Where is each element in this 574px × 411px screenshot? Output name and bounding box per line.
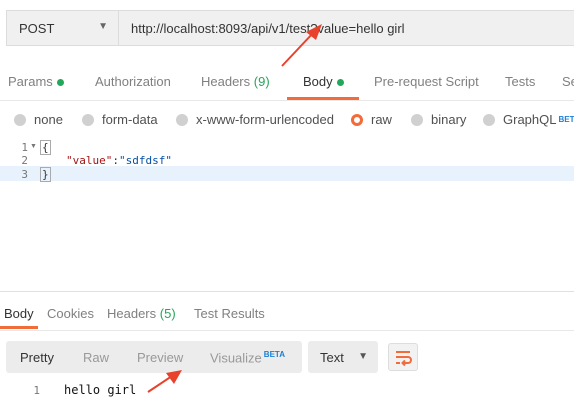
tab-authorization[interactable]: Authorization <box>95 74 171 89</box>
wrap-lines-button[interactable] <box>388 343 418 371</box>
wrap-lines-icon <box>396 351 412 367</box>
code-line-2: "value":"sdfdsf" <box>66 154 172 167</box>
tab-body[interactable]: Body <box>303 74 344 89</box>
radio-circle-icon <box>14 113 26 126</box>
radio-circle-icon <box>483 113 495 126</box>
pretty-button[interactable]: Pretty <box>20 350 54 365</box>
visualize-button[interactable]: Visualize BETA <box>210 350 285 365</box>
radio-form-data[interactable]: form-data <box>82 112 158 127</box>
radio-none[interactable]: none <box>14 112 63 127</box>
tab-headers[interactable]: Headers (9) <box>201 74 270 89</box>
annotation-arrow-icon <box>147 370 182 393</box>
radio-x-www-form-urlencoded[interactable]: x-www-form-urlencoded <box>176 112 334 127</box>
radio-raw[interactable]: raw <box>351 112 392 127</box>
tab-tests[interactable]: Tests <box>505 74 535 89</box>
method-label: POST <box>19 20 55 36</box>
response-body-text: hello girl <box>64 383 137 397</box>
response-tab-body[interactable]: Body <box>4 306 34 321</box>
response-tabs: Body Cookies Headers (5) Test Results <box>0 300 574 331</box>
params-dot-icon <box>56 79 64 87</box>
radio-selected-icon <box>351 113 363 126</box>
url-input[interactable]: http://localhost:8093/api/v1/test?value=… <box>118 10 574 46</box>
method-select[interactable]: POST ▼ <box>6 10 118 46</box>
format-label: Text <box>320 349 344 365</box>
radio-graphql[interactable]: GraphQLBETA <box>483 112 574 127</box>
beta-badge: BETA <box>558 115 574 124</box>
line-number: 1 <box>21 141 28 154</box>
code-line-3: } <box>40 167 51 182</box>
request-body-editor[interactable]: 1 ▼ 2 3 { "value":"sdfdsf" } <box>0 136 574 286</box>
response-tab-test-results[interactable]: Test Results <box>194 306 265 321</box>
body-dot-icon <box>336 79 344 87</box>
annotation-arrow-icon <box>281 24 322 67</box>
radio-circle-icon <box>82 113 94 126</box>
format-select[interactable]: Text ▼ <box>308 341 378 373</box>
body-type-selector: none form-data x-www-form-urlencoded raw… <box>0 108 574 132</box>
fold-arrow-icon[interactable]: ▼ <box>30 143 37 150</box>
radio-binary[interactable]: binary <box>411 112 466 127</box>
raw-button[interactable]: Raw <box>83 350 109 365</box>
radio-circle-icon <box>411 113 423 126</box>
line-number: 3 <box>21 168 28 181</box>
pane-divider[interactable] <box>0 291 574 292</box>
visualize-beta-badge: BETA <box>263 350 285 359</box>
radio-circle-icon <box>176 113 188 126</box>
response-line-number: 1 <box>33 384 40 397</box>
tab-params[interactable]: Params <box>8 74 64 89</box>
chevron-down-icon: ▼ <box>358 351 368 362</box>
response-active-tab-indicator <box>0 326 38 329</box>
chevron-down-icon: ▼ <box>98 21 108 32</box>
line-number: 2 <box>21 154 28 167</box>
tab-settings[interactable]: Se <box>562 74 574 89</box>
preview-button[interactable]: Preview <box>137 350 183 365</box>
response-tab-headers[interactable]: Headers (5) <box>107 306 176 321</box>
code-line-1: { <box>40 140 51 155</box>
tab-pre-request-script[interactable]: Pre-request Script <box>374 74 479 89</box>
url-value: http://localhost:8093/api/v1/test?value=… <box>131 20 405 36</box>
response-tab-cookies[interactable]: Cookies <box>47 306 94 321</box>
active-tab-indicator <box>287 97 359 100</box>
